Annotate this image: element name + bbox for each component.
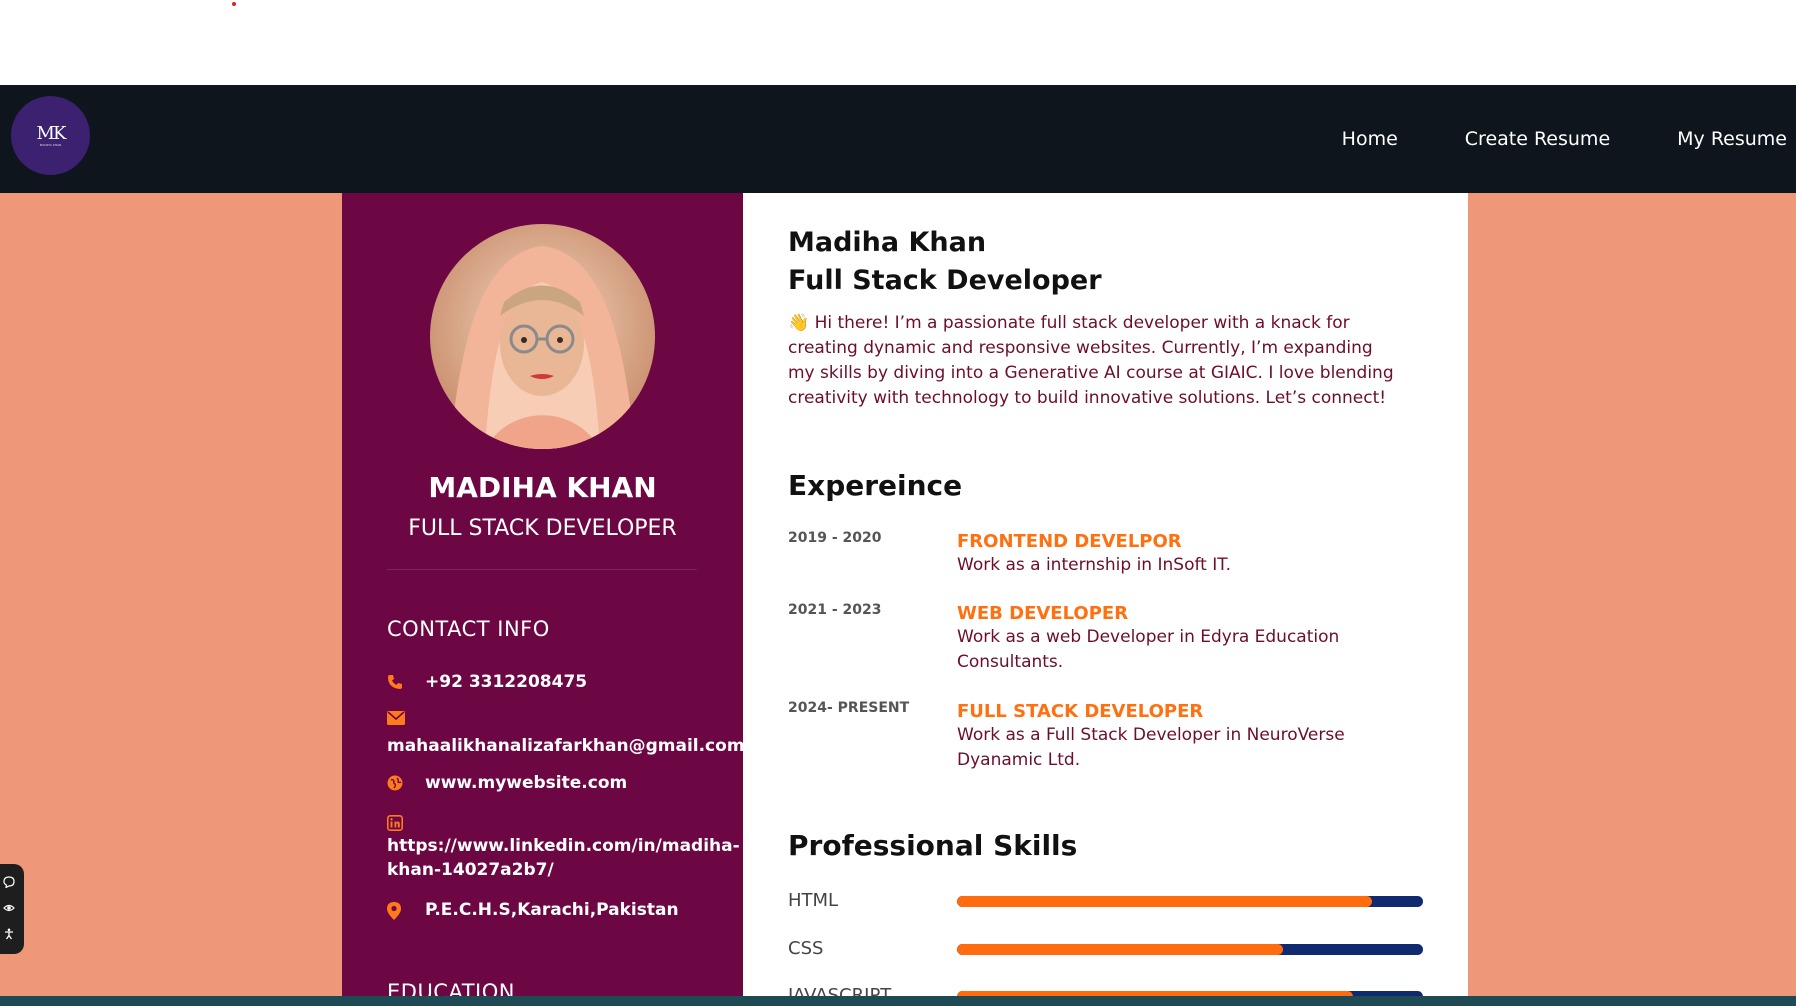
chat-icon[interactable] bbox=[3, 875, 15, 891]
skills-heading: Professional Skills bbox=[788, 829, 1078, 862]
navbar: MK MADIHA KHAN Home Create Resume My Res… bbox=[0, 85, 1796, 193]
top-blank-strip bbox=[0, 0, 1796, 85]
resume-main: Madiha Khan Full Stack Developer 👋 Hi th… bbox=[743, 193, 1468, 996]
phone-icon bbox=[387, 674, 405, 692]
experience-date: 2019 - 2020 bbox=[788, 530, 882, 546]
experience-desc: Work as a web Developer in Edyra Educati… bbox=[957, 627, 1340, 672]
experience-desc: Work as a Full Stack Developer in NeuroV… bbox=[957, 725, 1345, 770]
skill-bar bbox=[957, 896, 1423, 907]
skill-name: JAVASCRIPT bbox=[788, 985, 892, 996]
nav-home-link[interactable]: Home bbox=[1342, 128, 1398, 150]
contact-heading: CONTACT INFO bbox=[387, 617, 550, 641]
skill-name: HTML bbox=[788, 890, 839, 911]
education-heading: EDUCATION bbox=[387, 980, 515, 996]
nav-links: Home Create Resume My Resume bbox=[1342, 85, 1787, 193]
bio-text: 👋 Hi there! I’m a passionate full stack … bbox=[788, 313, 1394, 408]
red-dot bbox=[232, 2, 236, 6]
envelope-icon bbox=[387, 711, 405, 729]
nav-my-resume-link[interactable]: My Resume bbox=[1677, 128, 1787, 150]
main-role: Full Stack Developer bbox=[788, 265, 1102, 296]
logo-mark: MK bbox=[36, 122, 67, 144]
map-pin-icon bbox=[387, 902, 405, 920]
site-logo[interactable]: MK MADIHA KHAN bbox=[11, 96, 90, 175]
sidebar-divider bbox=[387, 569, 697, 570]
sidebar-role: FULL STACK DEVELOPER bbox=[408, 516, 677, 541]
contact-website[interactable]: www.mywebsite.com bbox=[425, 773, 627, 793]
skill-bar bbox=[957, 944, 1423, 955]
bottom-bar bbox=[0, 996, 1796, 1006]
profile-photo bbox=[430, 224, 655, 449]
experience-date: 2024- PRESENT bbox=[788, 700, 910, 716]
contact-linkedin-line1[interactable]: https://www.linkedin.com/in/madiha- bbox=[387, 836, 740, 856]
sidebar-name: MADIHA KHAN bbox=[428, 471, 657, 504]
resume-sidebar: MADIHA KHAN FULL STACK DEVELOPER CONTACT… bbox=[342, 193, 745, 996]
linkedin-icon bbox=[387, 815, 405, 833]
globe-icon bbox=[387, 775, 405, 793]
contact-linkedin-line2[interactable]: khan-14027a2b7/ bbox=[387, 860, 554, 880]
logo-subtext: MADIHA KHAN bbox=[39, 142, 62, 147]
experience-desc: Work as a internship in InSoft IT. bbox=[957, 555, 1232, 575]
nav-create-resume-link[interactable]: Create Resume bbox=[1465, 128, 1610, 150]
experience-title: WEB DEVELOPER bbox=[957, 603, 1129, 624]
experience-date: 2021 - 2023 bbox=[788, 602, 882, 618]
skill-name: CSS bbox=[788, 938, 824, 959]
skill-bar-fill bbox=[957, 896, 1372, 907]
main-name: Madiha Khan bbox=[788, 227, 987, 258]
eye-icon[interactable] bbox=[3, 902, 15, 917]
skill-bar-fill bbox=[957, 944, 1284, 955]
floating-toolbar bbox=[0, 864, 24, 954]
resume-page: MADIHA KHAN FULL STACK DEVELOPER CONTACT… bbox=[0, 193, 1796, 996]
contact-address: P.E.C.H.S,Karachi,Pakistan bbox=[425, 900, 679, 920]
accessibility-icon[interactable] bbox=[3, 928, 15, 943]
contact-phone[interactable]: +92 3312208475 bbox=[425, 672, 587, 692]
experience-heading: Expereince bbox=[788, 469, 963, 502]
contact-email[interactable]: mahaalikhanalizafarkhan@gmail.com bbox=[387, 736, 745, 756]
experience-title: FRONTEND DEVELPOR bbox=[957, 531, 1182, 552]
experience-title: FULL STACK DEVELOPER bbox=[957, 701, 1204, 722]
